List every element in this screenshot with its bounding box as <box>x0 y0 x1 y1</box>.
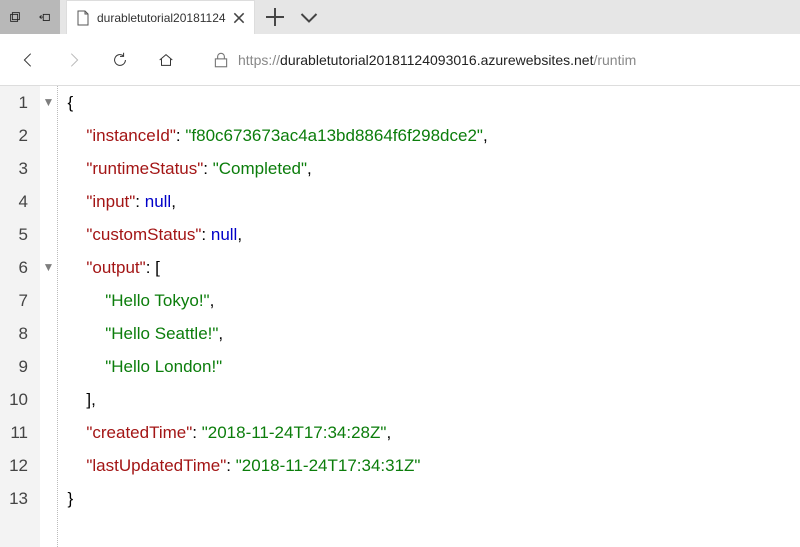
forward-button[interactable] <box>60 46 88 74</box>
code-line: "customStatus": null, <box>58 218 488 251</box>
navbar: https://durabletutorial20181124093016.az… <box>0 34 800 86</box>
fold-toggle[interactable]: ▼ <box>40 86 57 119</box>
code-body[interactable]: { "instanceId": "f80c673673ac4a13bd8864f… <box>58 86 488 547</box>
line-number: 4 <box>8 185 28 218</box>
fold-gutter: ▼ ▼ <box>40 86 58 547</box>
window-tabs-icon[interactable] <box>0 0 30 34</box>
url-scheme: https:// <box>238 52 280 68</box>
code-line: "createdTime": "2018-11-24T17:34:28Z", <box>58 416 488 449</box>
code-line: "lastUpdatedTime": "2018-11-24T17:34:31Z… <box>58 449 488 482</box>
tab-actions <box>255 0 329 34</box>
url-text: https://durabletutorial20181124093016.az… <box>238 52 636 68</box>
code-line: "Hello London!" <box>58 350 488 383</box>
line-number: 12 <box>8 449 28 482</box>
code-line: ], <box>58 383 488 416</box>
url-path: /runtim <box>593 52 636 68</box>
code-line: { <box>58 86 488 119</box>
line-number: 5 <box>8 218 28 251</box>
code-line: "Hello Seattle!", <box>58 317 488 350</box>
home-button[interactable] <box>152 46 180 74</box>
back-button[interactable] <box>14 46 42 74</box>
code-line: "instanceId": "f80c673673ac4a13bd8864f6f… <box>58 119 488 152</box>
line-number: 9 <box>8 350 28 383</box>
address-bar[interactable]: https://durabletutorial20181124093016.az… <box>212 44 786 76</box>
line-number-gutter: 1 2 3 4 5 6 7 8 9 10 11 12 13 <box>0 86 40 547</box>
code-line: "Hello Tokyo!", <box>58 284 488 317</box>
file-icon <box>75 10 91 26</box>
lock-icon <box>212 51 230 69</box>
new-tab-button[interactable] <box>263 5 287 29</box>
fold-toggle[interactable]: ▼ <box>40 251 57 284</box>
url-host: durabletutorial20181124093016.azurewebsi… <box>280 52 593 68</box>
tab-title: durabletutorial20181124 <box>97 11 226 25</box>
code-line: "output": [ <box>58 251 488 284</box>
line-number: 13 <box>8 482 28 515</box>
line-number: 3 <box>8 152 28 185</box>
json-viewer: 1 2 3 4 5 6 7 8 9 10 11 12 13 ▼ ▼ { "ins… <box>0 86 800 547</box>
refresh-button[interactable] <box>106 46 134 74</box>
code-line: } <box>58 482 488 515</box>
code-line: "runtimeStatus": "Completed", <box>58 152 488 185</box>
line-number: 8 <box>8 317 28 350</box>
code-line: "input": null, <box>58 185 488 218</box>
set-aside-icon[interactable] <box>30 0 60 34</box>
line-number: 6 <box>8 251 28 284</box>
line-number: 1 <box>8 86 28 119</box>
line-number: 2 <box>8 119 28 152</box>
titlebar: durabletutorial20181124 <box>0 0 800 34</box>
close-tab-icon[interactable] <box>232 11 246 25</box>
line-number: 11 <box>8 416 28 449</box>
tab-active[interactable]: durabletutorial20181124 <box>66 0 255 34</box>
tab-overflow-button[interactable] <box>297 5 321 29</box>
line-number: 7 <box>8 284 28 317</box>
line-number: 10 <box>8 383 28 416</box>
